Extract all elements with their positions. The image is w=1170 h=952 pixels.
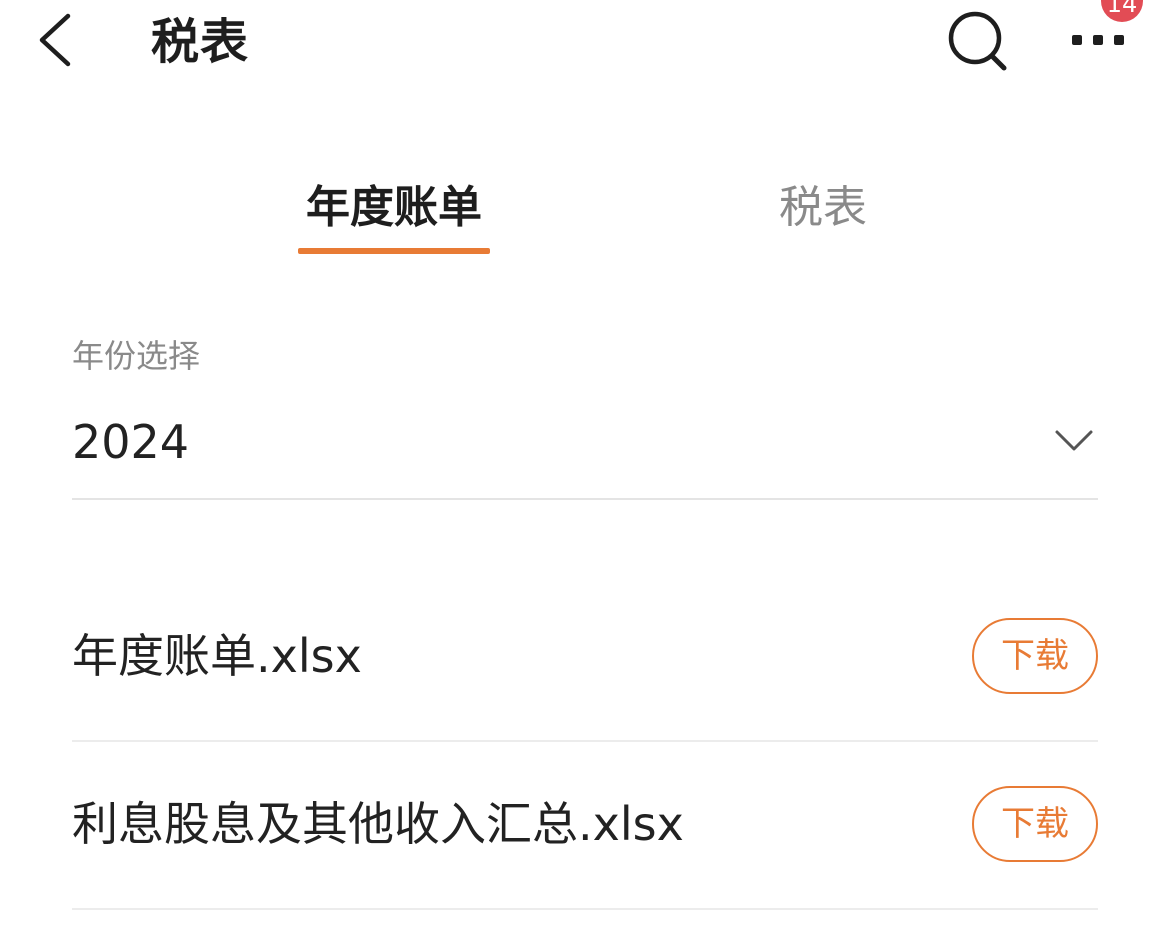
back-button[interactable] bbox=[30, 8, 86, 72]
tab-annual-statement[interactable]: 年度账单 bbox=[297, 170, 491, 256]
year-select-label: 年份选择 bbox=[72, 337, 201, 375]
page-title: 税表 bbox=[151, 14, 250, 70]
search-icon bbox=[948, 11, 1007, 71]
tab-tax-forms[interactable]: 税表 bbox=[760, 170, 886, 256]
notification-badge: 14 bbox=[1101, 0, 1143, 22]
download-button[interactable]: 下载 bbox=[972, 618, 1098, 694]
chevron-down-icon bbox=[1055, 430, 1093, 451]
more-options-button[interactable] bbox=[1066, 20, 1130, 60]
search-button[interactable] bbox=[944, 8, 1010, 74]
chevron-left-icon bbox=[39, 13, 71, 67]
active-tab-indicator bbox=[298, 248, 490, 254]
year-value: 2024 bbox=[72, 415, 190, 469]
top-app-bar: 税表 14 bbox=[0, 0, 1170, 90]
file-name: 年度账单.xlsx bbox=[72, 629, 362, 683]
more-dot bbox=[1114, 35, 1124, 45]
file-name: 利息股息及其他收入汇总.xlsx bbox=[72, 797, 684, 851]
file-row: 年度账单.xlsx 下载 bbox=[72, 574, 1098, 742]
more-horizontal-icon bbox=[1072, 35, 1082, 45]
file-row: 利息股息及其他收入汇总.xlsx 下载 bbox=[72, 742, 1098, 910]
tab-bar: 年度账单 税表 bbox=[0, 170, 1170, 260]
more-dot bbox=[1093, 35, 1103, 45]
year-dropdown[interactable]: 2024 bbox=[72, 404, 1098, 500]
download-button[interactable]: 下载 bbox=[972, 786, 1098, 862]
